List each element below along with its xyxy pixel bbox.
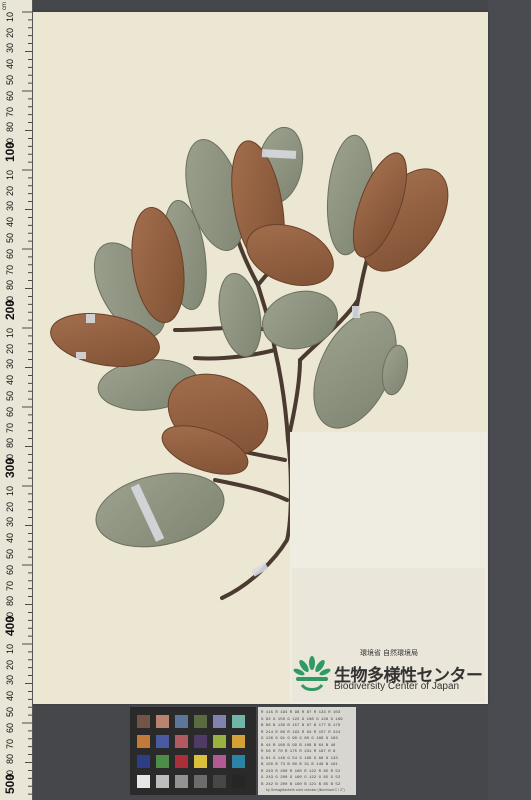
color-swatch [213,775,226,788]
color-checker-chart [130,707,256,795]
color-swatch [194,735,207,748]
color-values-sheet: R 115 R 194 R 98 R 87 R 133 R 103 G 82 G … [258,707,356,795]
ruler-minor-label: 20 [5,27,15,38]
color-swatch [232,715,245,728]
color-value-row: G 61 G 148 G 54 G 199 G 86 G 133 [261,756,338,761]
ruler-minor-label: 60 [5,406,15,417]
ruler-minor-label: 50 [5,391,15,402]
ruler-minor-label: 30 [5,359,15,370]
ruler-minor-label: 80 [5,596,15,607]
ruler-minor-label: 90 [5,612,15,623]
ruler-minor-label: 60 [5,564,15,575]
ruler-minor-label: 80 [5,122,15,133]
ruler-minor-label: 30 [5,201,15,212]
ruler-minor-label: 90 [5,454,15,465]
color-swatch [232,775,245,788]
ruler-minor-label: 20 [5,659,15,670]
color-swatch [213,735,226,748]
color-swatch [156,755,169,768]
color-swatch [137,755,150,768]
color-value-row: R 243 R 200 R 160 R 122 R 85 R 52 [261,769,341,774]
color-swatch [194,755,207,768]
ruler-minor-label: 50 [5,75,15,86]
color-value-row: R 56 R 70 R 175 R 231 R 187 R 8 [261,750,336,754]
measurement-ruler: cm 100 200 300 400 500 10 20 30 40 50 60 70 80 90 10 20… [0,0,33,800]
ruler-minor-label: 60 [5,90,15,101]
ruler-minor-label: 20 [5,501,15,512]
color-value-row: R 115 R 194 R 98 R 87 R 133 R 103 [261,711,341,715]
color-swatch [194,775,207,788]
ruler-minor-label: 70 [5,738,15,749]
color-swatch [175,775,188,788]
color-swatch [156,715,169,728]
ruler-minor-label: 50 [5,707,15,718]
ruler-minor-label: 80 [5,280,15,291]
color-value-row: B 242 B 200 B 160 B 121 B 85 B 52 [261,782,341,787]
color-swatch [137,775,150,788]
color-swatch [156,735,169,748]
color-swatch [232,735,245,748]
color-value-row: G 243 G 200 G 160 G 122 G 85 G 52 [261,776,341,780]
agency-name: 環境省 自然環境局 [360,650,418,657]
ruler-minor-label: 70 [5,106,15,117]
ruler-minor-label: 80 [5,438,15,449]
ruler-minor-label: 30 [5,43,15,54]
color-swatch [213,755,226,768]
color-swatch [137,715,150,728]
color-value-row: G 126 G 91 G 90 G 60 G 188 G 163 [261,737,338,741]
color-swatch [137,735,150,748]
biodiversity-logo-icon [293,656,331,691]
color-value-row: G 82 G 150 G 122 G 108 G 128 G 189 [261,717,343,722]
ruler-minor-label: 40 [5,533,15,544]
ruler-minor-label: 20 [5,185,15,196]
ruler-minor-label: 10 [5,11,15,22]
color-checker-credit: by GretagMacbeth color checker (Illumina… [266,788,345,792]
color-value-row: B 68 B 130 B 157 B 67 B 177 B 170 [261,724,341,728]
herbarium-specimen-scan: 環境省 自然環境局 生物多様性センター Biodiversity Center … [0,0,531,800]
ruler-minor-label: 40 [5,217,15,228]
ruler-minor-label: 10 [5,327,15,338]
color-swatch [175,755,188,768]
ruler-minor-label: 60 [5,722,15,733]
color-value-row: B 150 B 73 B 60 B 31 B 149 B 161 [261,763,338,767]
center-name-english: Biodiversity Center of Japan [334,681,460,692]
color-swatch [213,715,226,728]
ruler-minor-label: 60 [5,248,15,259]
ruler-minor-label: 40 [5,375,15,386]
ruler-minor-label: 70 [5,264,15,275]
ruler-minor-label: 40 [5,691,15,702]
ruler-minor-label: 70 [5,580,15,591]
ruler-minor-label: 90 [5,770,15,781]
ruler-minor-label: 80 [5,754,15,765]
color-swatch [156,775,169,788]
ruler-minor-label: 90 [5,138,15,149]
ruler-minor-label: 20 [5,343,15,354]
ruler-minor-label: 30 [5,517,15,528]
color-swatch [232,755,245,768]
ruler-minor-label: 10 [5,169,15,180]
color-value-row: B 44 B 166 B 99 B 108 B 64 B 46 [261,743,336,748]
ruler-minor-label: 10 [5,643,15,654]
ruler-minor-label: 30 [5,675,15,686]
ruler-minor-label: 90 [5,296,15,307]
ruler-minor-label: 40 [5,59,15,70]
color-swatch [175,735,188,748]
color-swatch [175,715,188,728]
ruler-minor-label: 50 [5,233,15,244]
ruler-minor-label: 50 [5,549,15,560]
color-value-row: R 214 R 80 R 193 R 94 R 157 R 224 [261,730,341,735]
ruler-minor-label: 70 [5,422,15,433]
ruler-minor-label: 10 [5,485,15,496]
color-swatch [194,715,207,728]
